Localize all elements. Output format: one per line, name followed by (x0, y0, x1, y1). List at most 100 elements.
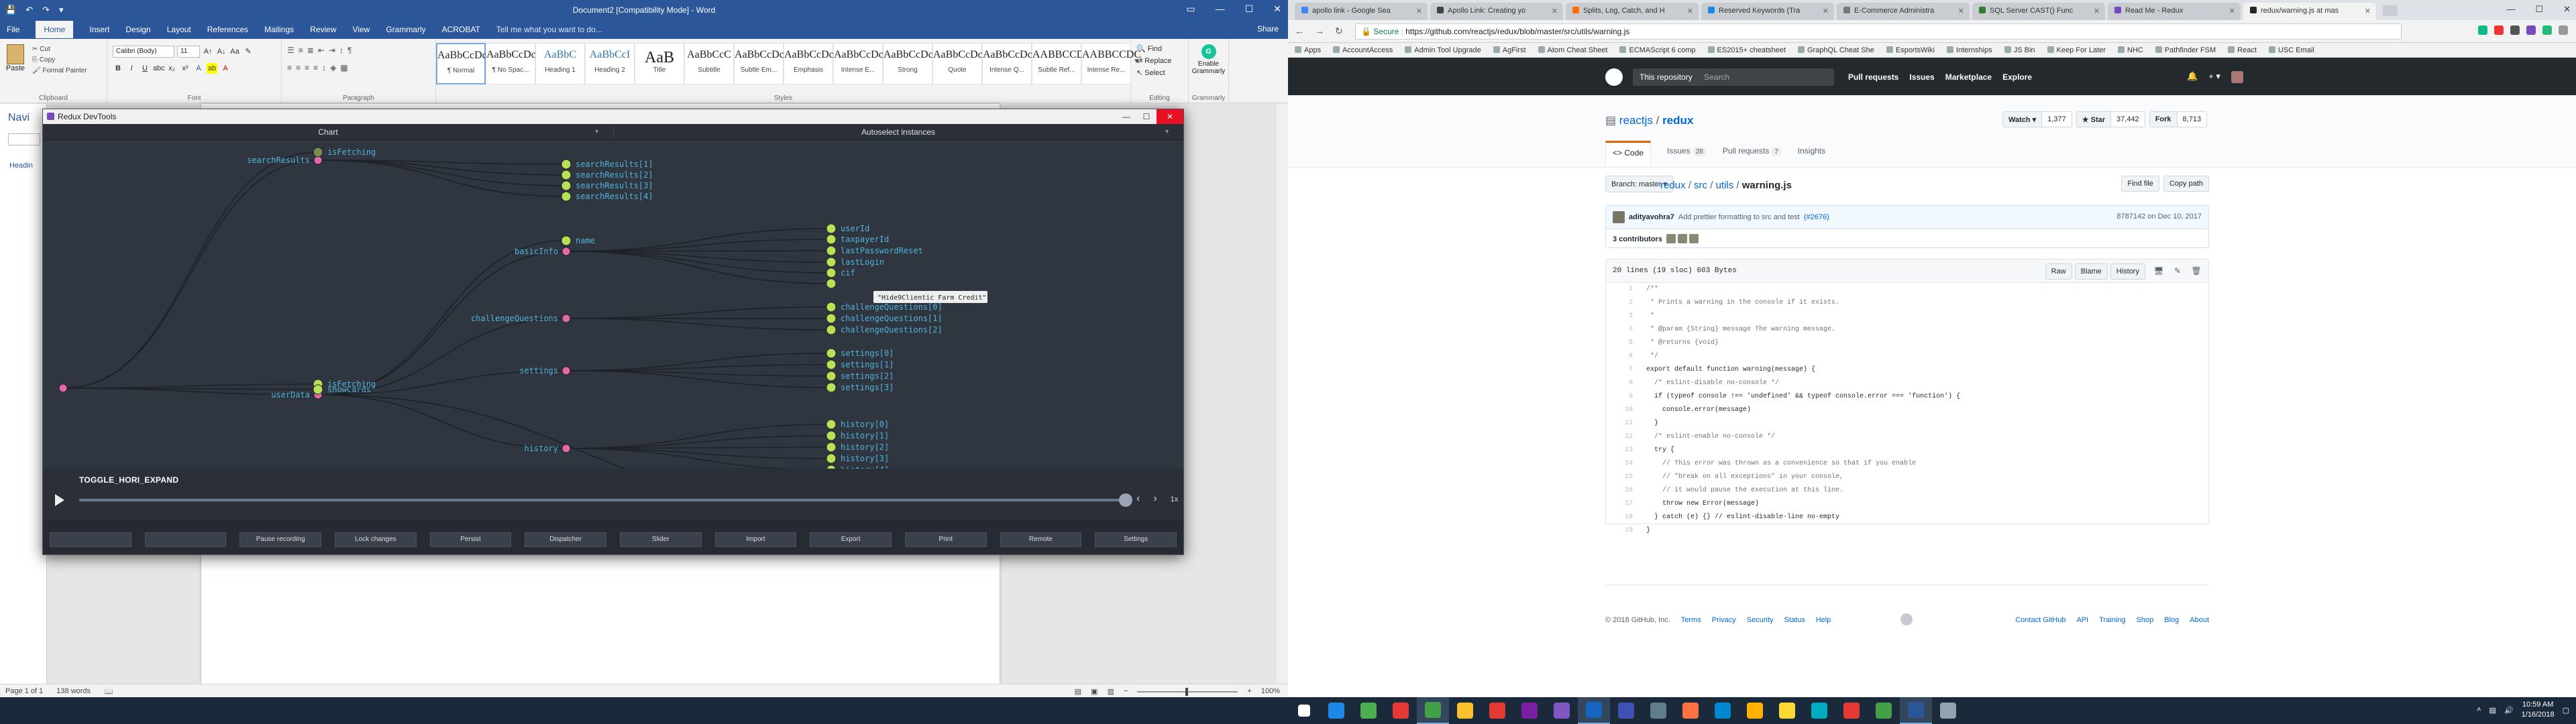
taskbar-app-icon[interactable] (1900, 697, 1932, 724)
underline-icon[interactable]: U (140, 63, 150, 74)
taskbar-app-icon[interactable] (1803, 697, 1835, 724)
sort-icon[interactable]: ↕ (339, 46, 343, 55)
back-icon[interactable]: ← (1295, 25, 1304, 37)
repo-tab[interactable]: <> Code (1605, 141, 1652, 165)
taskbar-app-icon[interactable] (1449, 697, 1481, 724)
change-case-icon[interactable]: Aa (229, 46, 240, 57)
taskbar-app-icon[interactable] (1578, 697, 1610, 724)
line-spacing-icon[interactable]: ↕ (322, 63, 326, 72)
taskbar-app-icon[interactable] (1707, 697, 1739, 724)
taskbar-app-icon[interactable] (1932, 697, 1964, 724)
style-item[interactable]: AaBbCcDc ¶ Normal (436, 43, 487, 84)
fork-count[interactable]: 8,713 (2177, 112, 2207, 127)
line-number[interactable]: 13 (1606, 444, 1640, 457)
tab-file[interactable]: File (7, 25, 19, 34)
grow-font-icon[interactable]: A↑ (203, 46, 213, 57)
export-button[interactable]: Export (810, 532, 892, 547)
commit-meta[interactable]: 8787142 on Dec 10, 2017 (2116, 213, 2202, 221)
tree-node-sr2[interactable] (561, 170, 572, 180)
star-count[interactable]: 37,442 (2111, 112, 2145, 127)
chevron-down-icon[interactable]: ▼ (594, 128, 600, 135)
forward-icon[interactable]: → (1315, 25, 1324, 37)
avatar[interactable] (2231, 71, 2243, 83)
line-number[interactable]: 18 (1606, 511, 1640, 524)
footer-link[interactable]: Terms (1681, 616, 1701, 624)
commit-author[interactable]: adityavohra7 (1629, 213, 1674, 221)
bell-icon[interactable]: 🔔 (2187, 71, 2198, 83)
bookmark-item[interactable]: Atom Cheat Sheet (1538, 46, 1607, 54)
state-tree-svg[interactable]: searchResultsisFetchingsearchResults[1]s… (43, 140, 1183, 469)
status-item[interactable]: Page 1 of 1 (5, 687, 43, 696)
maximize-icon[interactable]: ☐ (2535, 4, 2543, 15)
close-icon[interactable]: ✕ (1157, 109, 1183, 124)
line-number[interactable]: 14 (1606, 457, 1640, 471)
close-icon[interactable]: ✕ (2563, 4, 2571, 15)
document-scrollbar[interactable] (1277, 104, 1288, 684)
print-button[interactable]: Print (905, 532, 987, 547)
tell-me-input[interactable]: Tell me what you want to do... (496, 25, 602, 34)
extension-icon[interactable] (2510, 25, 2520, 35)
line-number[interactable]: 4 (1606, 323, 1640, 337)
clock[interactable]: 10:59 AM 1/16/2018 (2522, 700, 2555, 720)
tab-review[interactable]: Review (310, 25, 336, 34)
trash-icon[interactable]: 🗑 (2191, 266, 2202, 277)
tree-node-s2[interactable] (826, 371, 837, 381)
line-number[interactable]: 15 (1606, 471, 1640, 484)
tree-node-sr4[interactable] (561, 191, 572, 202)
line-number[interactable]: 3 (1606, 310, 1640, 323)
close-tab-icon[interactable]: ✕ (2094, 7, 2100, 15)
notifications-icon[interactable]: ▢ (2563, 706, 2569, 715)
enable-grammarly-button[interactable]: Enable Grammarly (1190, 60, 1228, 75)
show-marks-icon[interactable]: ¶ (347, 46, 352, 55)
tab-home[interactable]: Home (36, 21, 74, 38)
maximize-icon[interactable]: ☐ (1245, 3, 1254, 15)
breadcrumb-link[interactable]: redux (1660, 180, 1686, 191)
github-logo-icon[interactable] (1605, 68, 1623, 86)
print-layout-icon[interactable]: ▣ (1091, 687, 1097, 696)
repo-link[interactable]: redux (1662, 114, 1693, 127)
justify-icon[interactable]: ≡ (313, 63, 318, 72)
bookmark-item[interactable]: ECMAScript 6 comp (1619, 46, 1696, 54)
tree-node-cq0[interactable] (826, 302, 837, 312)
zoom-slider-thumb[interactable] (1185, 688, 1189, 696)
line-number[interactable]: 7 (1606, 363, 1640, 377)
taskbar-app-icon[interactable] (1674, 697, 1707, 724)
github-nav-marketplace[interactable]: Marketplace (1945, 72, 1992, 82)
extension-icon[interactable] (2542, 25, 2552, 35)
navigation-search[interactable] (8, 133, 40, 145)
zoom-slider[interactable] (1137, 688, 1238, 696)
avatar[interactable] (1678, 234, 1688, 243)
tree-node-userid[interactable] (826, 223, 837, 234)
footer-link[interactable]: API (2076, 616, 2088, 624)
style-item[interactable]: AaBbCcDc Intense Q... (982, 43, 1032, 84)
grammarly-icon[interactable]: G (1201, 44, 1216, 59)
line-number[interactable]: 6 (1606, 350, 1640, 363)
state-tree-chart[interactable]: searchResults isFetching searchResults[1] s… (43, 140, 1183, 469)
style-item[interactable]: AaBbCcC Subtitle (684, 43, 734, 84)
text-effects-icon[interactable]: A (193, 63, 204, 74)
tab-references[interactable]: References (207, 25, 248, 34)
bookmark-item[interactable]: AccountAccess (1333, 46, 1393, 54)
increase-indent-icon[interactable]: ⇥ (329, 46, 335, 55)
address-bar[interactable]: 🔒 Secure | https://github.com/reactjs/re… (1355, 23, 2402, 40)
tab-mailings[interactable]: Mailings (264, 25, 294, 34)
ribbon-options-icon[interactable]: ▭ (1186, 3, 1195, 15)
taskbar-app-icon[interactable] (1417, 697, 1449, 724)
zoom-in-icon[interactable]: + (1247, 687, 1251, 696)
taskbar-app-icon[interactable] (1610, 697, 1642, 724)
close-tab-icon[interactable]: ✕ (1687, 7, 1693, 15)
numbering-icon[interactable]: ≡ (299, 46, 303, 55)
maximize-icon[interactable]: ☐ (1136, 109, 1157, 124)
tree-node-s3[interactable] (826, 382, 837, 393)
footer-link[interactable]: Status (1784, 616, 1805, 624)
footer-link[interactable]: Training (2099, 616, 2125, 624)
tree-node-searchresults[interactable] (313, 156, 323, 165)
tab-layout[interactable]: Layout (167, 25, 191, 34)
taskbar-app-icon[interactable] (1739, 697, 1771, 724)
copy-button[interactable]: ⎘ Copy (32, 55, 87, 66)
close-tab-icon[interactable]: ✕ (2365, 7, 2371, 15)
tree-node-settings[interactable] (561, 366, 571, 375)
browser-tab[interactable]: SQL Server CAST() Func ✕ (1972, 3, 2105, 20)
zoom-out-icon[interactable]: − (1124, 687, 1128, 696)
style-item[interactable]: AaBbCcI Heading 2 (585, 43, 635, 84)
